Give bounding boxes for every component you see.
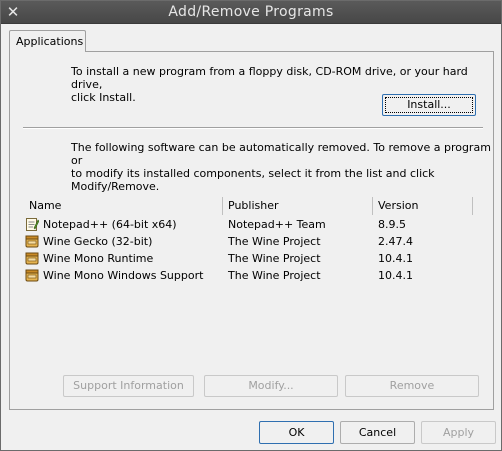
column-divider[interactable] [372,197,373,215]
program-version: 10.4.1 [378,252,413,265]
apply-button[interactable]: Apply [421,421,496,444]
window-title: Add/Remove Programs [168,4,334,20]
cancel-button[interactable]: Cancel [340,421,415,444]
column-divider[interactable] [222,197,223,215]
modify-button[interactable]: Modify... [204,375,338,397]
add-remove-programs-window: ✕ Add/Remove Programs Applications To in… [0,0,502,451]
modify-button-label: Modify... [248,379,294,392]
program-name: Notepad++ (64-bit x64) [43,218,177,231]
install-button[interactable]: Install... [382,94,476,116]
tab-applications[interactable]: Applications [9,30,86,52]
remove-button-label: Remove [389,379,435,392]
title-bar[interactable]: ✕ Add/Remove Programs [1,1,501,24]
cancel-button-label: Cancel [358,426,397,439]
column-header-version[interactable]: Version [378,197,468,215]
remove-instructions-line: The following software can be automatica… [71,141,491,167]
install-instructions-line: To install a new program from a floppy d… [71,65,468,91]
program-publisher: Notepad++ Team [228,218,326,231]
support-information-button[interactable]: Support Information [63,375,194,397]
program-version: 8.9.5 [378,218,406,231]
list-item[interactable]: Wine Mono Windows Support The Wine Proje… [23,267,483,284]
program-version: 10.4.1 [378,269,413,282]
column-divider[interactable] [472,197,473,215]
program-publisher: The Wine Project [228,252,321,265]
tab-applications-label: Applications [16,35,84,48]
package-icon [25,269,39,282]
remove-button[interactable]: Remove [345,375,479,397]
separator [23,127,483,129]
list-item[interactable]: Wine Mono Runtime The Wine Project 10.4.… [23,250,483,267]
program-publisher: The Wine Project [228,235,321,248]
list-item[interactable]: Wine Gecko (32-bit) The Wine Project 2.4… [23,233,483,250]
program-name: Wine Mono Runtime [43,252,154,265]
program-version: 2.47.4 [378,235,413,248]
program-name: Wine Gecko (32-bit) [43,235,153,248]
package-icon [25,235,39,248]
support-information-button-label: Support Information [73,379,184,392]
list-item[interactable]: Notepad++ (64-bit x64) Notepad++ Team 8.… [23,216,483,233]
remove-instructions: The following software can be automatica… [71,141,501,193]
column-header-publisher[interactable]: Publisher [228,197,368,215]
apply-button-label: Apply [442,426,475,439]
program-publisher: The Wine Project [228,269,321,282]
notepad-icon [26,218,39,231]
ok-button[interactable]: OK [259,421,334,444]
column-header-name[interactable]: Name [29,197,219,215]
install-button-label: Install... [407,98,451,111]
ok-button-label: OK [288,426,305,439]
program-list[interactable]: Name Publisher Version Notepad++ (64-bit… [23,197,483,367]
remove-instructions-line: Modify/Remove. [71,180,160,193]
program-name: Wine Mono Windows Support [43,269,204,282]
remove-instructions-line: to modify its installed components, sele… [71,167,435,180]
package-icon [25,252,39,265]
